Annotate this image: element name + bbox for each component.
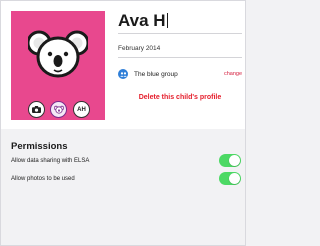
camera-icon xyxy=(32,106,41,113)
profile-header: AH Ava H February 2014 The blue group ch… xyxy=(1,1,245,129)
delete-profile-button[interactable]: Delete this child's profile xyxy=(118,94,242,101)
koala-avatar-button[interactable] xyxy=(50,101,67,118)
initials-label: AH xyxy=(77,106,86,113)
change-group-link[interactable]: change xyxy=(224,71,242,77)
data-sharing-toggle[interactable] xyxy=(219,154,241,167)
toggle-knob xyxy=(229,155,240,166)
permissions-title: Permissions xyxy=(11,141,68,152)
name-value: Ava H xyxy=(118,11,166,30)
camera-button[interactable] xyxy=(28,101,45,118)
photos-toggle[interactable] xyxy=(219,172,241,185)
koala-icon xyxy=(53,105,64,114)
permission-label: Allow photos to be used xyxy=(11,176,75,182)
group-icon xyxy=(118,69,128,79)
initials-avatar-button[interactable]: AH xyxy=(73,101,90,118)
toggle-knob xyxy=(229,173,240,184)
text-caret xyxy=(166,13,168,28)
birth-date-value: February 2014 xyxy=(118,45,161,52)
permission-label: Allow data sharing with ELSA xyxy=(11,158,90,164)
koala-icon xyxy=(28,30,88,78)
name-field[interactable]: Ava H xyxy=(118,9,242,34)
permission-row-photos: Allow photos to be used xyxy=(11,172,241,185)
birth-date-field[interactable]: February 2014 xyxy=(118,41,242,58)
edit-child-profile-screen: AH Ava H February 2014 The blue group ch… xyxy=(0,0,246,246)
avatar[interactable]: AH xyxy=(11,11,105,120)
group-row: The blue group change xyxy=(118,67,242,81)
permission-row-data-sharing: Allow data sharing with ELSA xyxy=(11,154,241,167)
group-name: The blue group xyxy=(134,70,178,78)
